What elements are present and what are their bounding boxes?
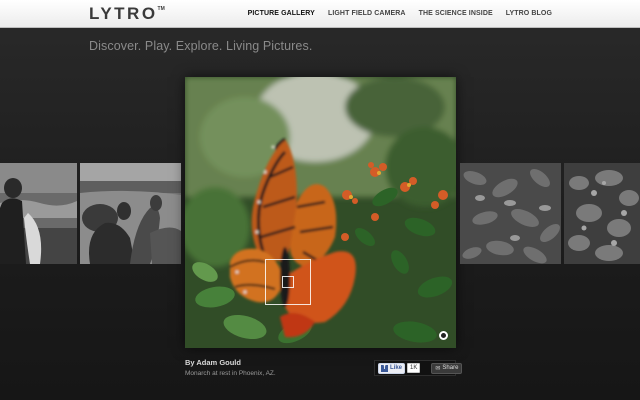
share-button[interactable]: ✉ Share (431, 362, 463, 374)
trademark-mark: TM (157, 6, 165, 13)
thumbnail-foliage[interactable] (460, 163, 561, 264)
foliage-image (460, 163, 561, 264)
refocus-target-box (265, 259, 311, 305)
main-nav: PICTURE GALLERY LIGHT FIELD CAMERA THE S… (248, 10, 552, 17)
fullscreen-icon[interactable] (439, 331, 448, 340)
nav-science-inside[interactable]: THE SCIENCE INSIDE (419, 10, 493, 17)
share-label: Share (442, 365, 459, 371)
facebook-icon: f (381, 364, 388, 372)
like-label: Like (390, 365, 403, 371)
photo-author[interactable]: By Adam Gould (185, 358, 241, 367)
facebook-like-button[interactable]: f Like (378, 362, 406, 374)
featured-picture[interactable] (185, 77, 456, 348)
nav-lytro-blog[interactable]: LYTRO BLOG (506, 10, 552, 17)
lytro-logo[interactable]: LYTROTM (89, 4, 165, 24)
top-bar: LYTROTM PICTURE GALLERY LIGHT FIELD CAME… (0, 0, 640, 28)
share-icon: ✉ (435, 365, 441, 372)
photo-caption: Monarch at rest in Phoenix, AZ. (185, 370, 276, 377)
thumbnail-surfer[interactable] (0, 163, 77, 264)
surfer-image (0, 163, 77, 264)
nav-picture-gallery[interactable]: PICTURE GALLERY (248, 10, 315, 17)
nav-light-field-camera[interactable]: LIGHT FIELD CAMERA (328, 10, 406, 17)
social-bar: f Like 1K ✉ Share (374, 360, 463, 376)
thumbnail-sea-lions[interactable] (80, 163, 181, 264)
shrubs-image (564, 163, 640, 264)
tagline: Discover. Play. Explore. Living Pictures… (89, 39, 313, 53)
refocus-target-center (282, 276, 294, 288)
like-count: 1K (407, 363, 421, 373)
logo-text: LYTRO (89, 4, 158, 23)
thumbnail-shrubs[interactable] (564, 163, 640, 264)
monarch-butterfly-image (185, 77, 456, 348)
sea-lions-image (80, 163, 181, 264)
